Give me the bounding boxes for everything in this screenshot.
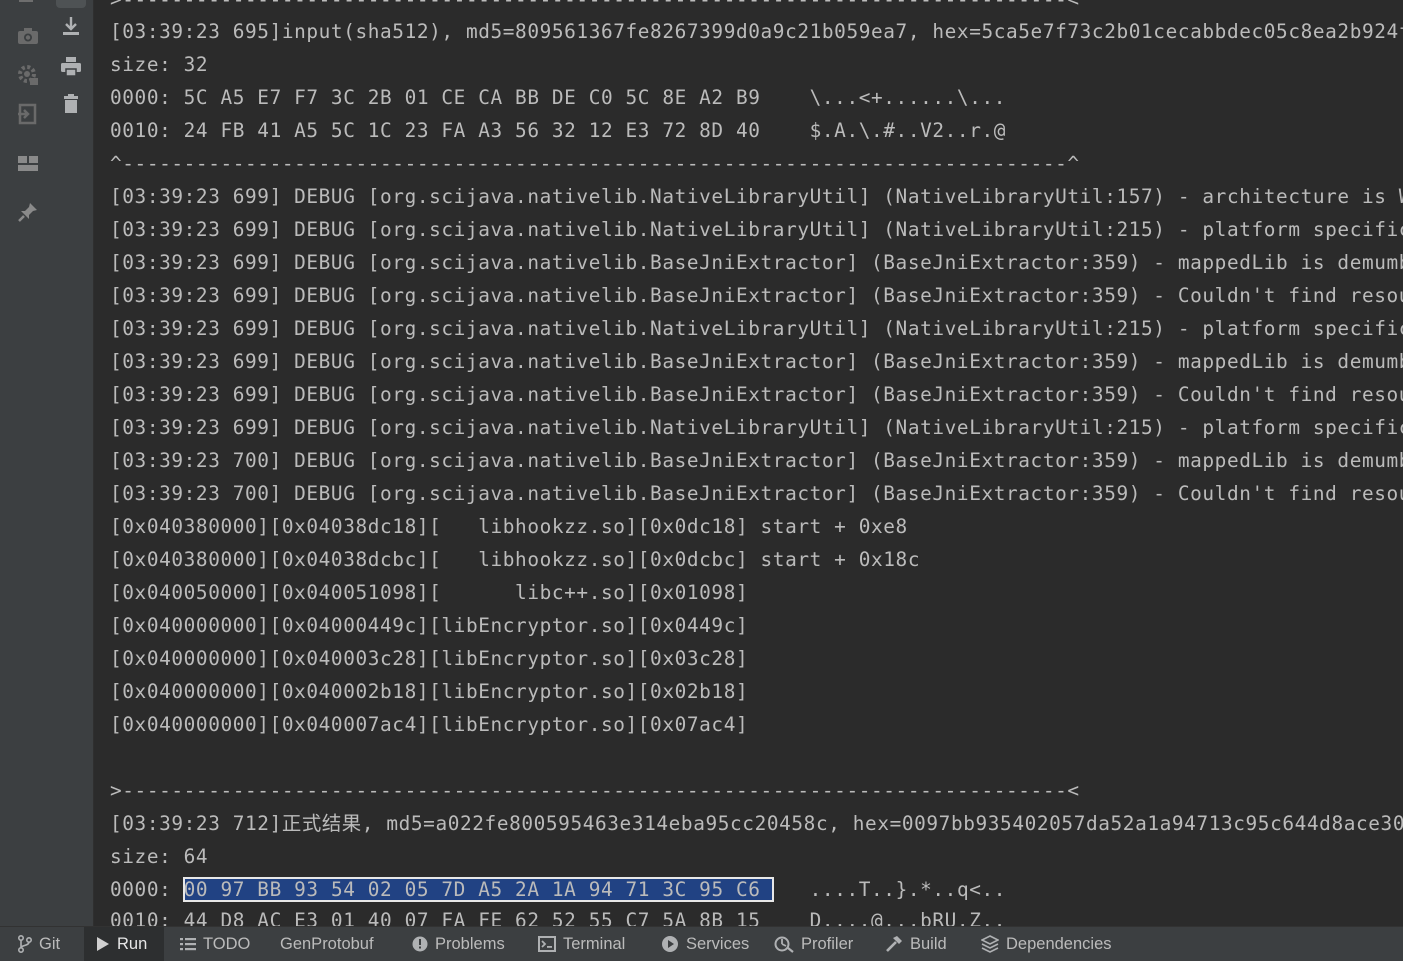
tab-label: GenProtobuf — [280, 934, 374, 953]
pin-icon[interactable] — [13, 197, 43, 227]
tab-label: TODO — [203, 934, 251, 953]
run-toolbar — [50, 0, 94, 926]
stop-icon[interactable] — [11, 0, 41, 10]
console-line: [03:39:23 699] DEBUG [org.scijava.native… — [110, 383, 1403, 406]
console-line: >---------------------------------------… — [110, 779, 1080, 802]
clear-all-trash-icon[interactable] — [56, 89, 86, 119]
tab-profiler[interactable]: Profiler — [774, 927, 853, 961]
console-line: 0000: 5C A5 E7 F7 3C 2B 01 CE CA BB DE C… — [110, 86, 1007, 109]
console-line: [03:39:23 699] DEBUG [org.scijava.native… — [110, 416, 1403, 439]
profiler-icon — [774, 936, 794, 953]
tab-services[interactable]: Services — [661, 927, 749, 961]
tab-build[interactable]: Build — [885, 927, 947, 961]
console-line: size: 64 — [110, 845, 209, 868]
dependencies-layers-icon — [981, 935, 999, 953]
console-line: [0x040000000][0x040002b18][libEncryptor.… — [110, 680, 749, 703]
tab-git[interactable]: Git — [18, 927, 82, 961]
console-output[interactable]: >---------------------------------------… — [94, 0, 1403, 926]
console-line: 0010: 44 D8 AC E3 01 40 07 FA FE 62 52 5… — [110, 909, 1007, 926]
services-play-icon — [662, 936, 678, 952]
tab-label: Git — [39, 934, 61, 953]
console-line-selected[interactable]: 0000: 00 97 BB 93 54 02 05 7D A5 2A 1A 9… — [110, 873, 1006, 906]
text-selection[interactable]: 00 97 BB 93 54 02 05 7D A5 2A 1A 94 71 3… — [182, 877, 774, 902]
problems-info-icon — [412, 936, 428, 952]
console-line: [0x040380000][0x04038dc18][ libhookzz.so… — [110, 515, 908, 538]
console-line: [03:39:23 699] DEBUG [org.scijava.native… — [110, 251, 1403, 274]
tab-label: Build — [910, 934, 947, 953]
git-branch-icon — [18, 935, 32, 953]
tab-run[interactable]: Run — [84, 927, 164, 961]
console-line: [0x040000000][0x04000449c][libEncryptor.… — [110, 614, 749, 637]
build-hammer-icon — [886, 936, 902, 952]
tab-label: Problems — [435, 934, 505, 953]
run-play-icon — [97, 937, 109, 951]
tab-dependencies[interactable]: Dependencies — [981, 927, 1112, 961]
console-line: [03:39:23 699] DEBUG [org.scijava.native… — [110, 317, 1403, 340]
console-line: [0x040050000][0x040051098][ libc++.so][0… — [110, 581, 749, 604]
console-line: 0010: 24 FB 41 A5 5C 1C 23 FA A3 56 32 1… — [110, 119, 1007, 142]
camera-icon[interactable] — [13, 21, 43, 51]
console-line: [03:39:23 699] DEBUG [org.scijava.native… — [110, 185, 1403, 208]
tab-genprotobuf[interactable]: GenProtobuf — [280, 927, 374, 961]
hex-ascii: ....T..}.*..q<.. — [772, 878, 1007, 901]
tab-label: Services — [686, 934, 750, 953]
tab-label: Run — [117, 934, 148, 953]
tab-problems[interactable]: Problems — [412, 927, 505, 961]
tab-label: Profiler — [801, 934, 854, 953]
layout-icon[interactable] — [13, 148, 43, 178]
console-line: [03:39:23 712]正式结果, md5=a022fe800595463e… — [110, 812, 1403, 835]
hex-offset: 0000: — [110, 878, 184, 901]
settings-cog-icon[interactable] — [13, 60, 43, 90]
console-line: [03:39:23 695]input(sha512), md5=8095613… — [110, 20, 1403, 43]
console-line: [0x040000000][0x040007ac4][libEncryptor.… — [110, 713, 749, 736]
console-line: [0x040000000][0x040003c28][libEncryptor.… — [110, 647, 749, 670]
tab-terminal[interactable]: Terminal — [538, 927, 625, 961]
console-line: [03:39:23 699] DEBUG [org.scijava.native… — [110, 350, 1403, 373]
console-line: [03:39:23 700] DEBUG [org.scijava.native… — [110, 482, 1403, 505]
tab-label: Dependencies — [1006, 934, 1112, 953]
console-line: [0x040380000][0x04038dcbc][ libhookzz.so… — [110, 548, 921, 571]
console-line: ^---------------------------------------… — [110, 152, 1080, 175]
console-line: [03:39:23 699] DEBUG [org.scijava.native… — [110, 218, 1403, 241]
console-line: >---------------------------------------… — [110, 0, 1080, 16]
console-line: size: 32 — [110, 53, 209, 76]
tab-label: Terminal — [563, 934, 626, 953]
scroll-lock-icon[interactable] — [56, 0, 86, 8]
todo-list-icon — [180, 938, 196, 951]
console-line: [03:39:23 699] DEBUG [org.scijava.native… — [110, 284, 1403, 307]
console-line: [03:39:23 700] DEBUG [org.scijava.native… — [110, 449, 1403, 472]
scroll-to-end-icon[interactable] — [56, 11, 86, 41]
left-tool-rail — [0, 0, 51, 926]
exit-icon[interactable] — [13, 99, 43, 129]
tab-todo[interactable]: TODO — [180, 927, 250, 961]
terminal-icon — [538, 936, 556, 952]
print-icon[interactable] — [56, 51, 86, 81]
tool-window-bar: Git Run TODO GenProtobuf Problems Termin… — [0, 926, 1403, 961]
